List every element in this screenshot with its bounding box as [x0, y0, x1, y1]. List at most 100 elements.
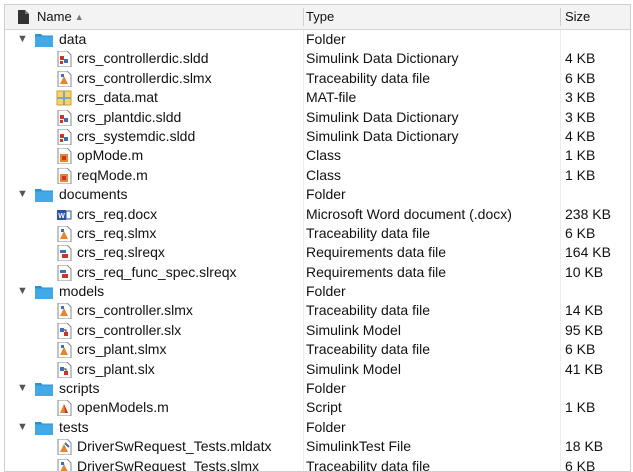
file-row[interactable]: DriverSwRequest_Tests.mldatx SimulinkTest… — [5, 437, 630, 456]
file-row[interactable]: crs_data.mat MAT-file 3 KB — [5, 88, 630, 107]
column-header: Name ▲ Type Size — [5, 5, 630, 30]
item-name: data — [59, 31, 87, 47]
item-size: 6 KB — [565, 341, 596, 358]
item-size: 1 KB — [565, 166, 596, 183]
expand-toggle-icon[interactable]: ▼ — [17, 418, 29, 437]
file-row[interactable]: crs_controllerdic.sldd Simulink Data Dict… — [5, 49, 630, 68]
sldd-icon — [56, 128, 72, 146]
item-name: tests — [59, 418, 89, 435]
item-name: opMode.m — [77, 147, 144, 164]
word-doc-icon: W — [56, 207, 72, 223]
slreqx-icon — [56, 244, 72, 262]
item-type: Simulink Model — [306, 360, 401, 377]
item-size: 238 KB — [565, 205, 611, 222]
file-column-icon — [18, 10, 29, 29]
sort-ascending-icon[interactable]: ▲ — [75, 12, 84, 22]
item-type: Requirements data file — [306, 263, 447, 280]
file-row[interactable]: crs_plant.slx Simulink Model 41 KB — [5, 360, 630, 379]
slx-icon — [56, 322, 72, 340]
item-type: Folder — [306, 418, 346, 435]
item-type: Requirements data file — [306, 244, 447, 261]
file-row[interactable]: openModels.m Script 1 KB — [5, 398, 630, 417]
item-type: SimulinkTest File — [306, 438, 412, 455]
folder-row[interactable]: ▼ data Folder — [5, 30, 630, 49]
item-type: Simulink Data Dictionary — [306, 108, 459, 125]
item-name: DriverSwRequest_Tests.mldatx — [77, 438, 272, 455]
file-list: ▼ data Folder crs_controllerdic.sldd Simulin… — [5, 30, 630, 472]
item-size: 10 KB — [565, 263, 604, 280]
column-divider[interactable] — [303, 8, 304, 26]
sldd-icon — [56, 109, 72, 127]
item-size: 3 KB — [565, 89, 596, 106]
file-row[interactable]: crs_plant.slmx Traceability data file 6 KB — [5, 340, 630, 359]
svg-text:W: W — [58, 213, 65, 220]
item-type: Simulink Data Dictionary — [306, 127, 459, 144]
item-type: Folder — [306, 380, 346, 397]
type-column-header[interactable]: Type — [306, 5, 334, 29]
item-name: models — [59, 283, 105, 300]
folder-row[interactable]: ▼ tests Folder — [5, 418, 630, 437]
file-row[interactable]: Wcrs_req.docx Microsoft Word document (.d… — [5, 205, 630, 224]
item-size: 6 KB — [565, 457, 596, 472]
item-size: 3 KB — [565, 108, 596, 125]
file-row[interactable]: crs_controller.slmx Traceability data fil… — [5, 301, 630, 320]
item-size: 164 KB — [565, 244, 611, 261]
item-size: 4 KB — [565, 127, 596, 144]
folder-icon — [35, 187, 53, 203]
item-size: 4 KB — [565, 50, 596, 67]
item-name: crs_req.slmx — [77, 224, 157, 241]
file-row[interactable]: DriverSwRequest_Tests.slmx Traceability d… — [5, 457, 630, 472]
expand-toggle-icon[interactable]: ▼ — [17, 30, 29, 49]
item-size: 1 KB — [565, 399, 596, 416]
item-type: Script — [306, 399, 342, 416]
size-column-header[interactable]: Size — [565, 5, 590, 29]
file-row[interactable]: crs_req_func_spec.slreqx Requirements dat… — [5, 263, 630, 282]
item-type: Class — [306, 147, 342, 164]
slmx-icon — [56, 70, 72, 88]
file-row[interactable]: crs_req.slreqx Requirements data file 164 … — [5, 243, 630, 262]
item-name: crs_controllerdic.sldd — [77, 50, 209, 67]
item-name: crs_controller.slmx — [77, 302, 193, 319]
slmx-icon — [56, 458, 72, 471]
file-row[interactable]: opMode.m Class 1 KB — [5, 146, 630, 165]
folder-row[interactable]: ▼ models Folder — [5, 282, 630, 301]
file-row[interactable]: crs_systemdic.sldd Simulink Data Dictiona… — [5, 127, 630, 146]
file-row[interactable]: crs_req.slmx Traceability data file 6 KB — [5, 224, 630, 243]
name-column-header[interactable]: Name ▲ — [37, 5, 84, 29]
item-size: 41 KB — [565, 360, 604, 377]
item-name: openModels.m — [77, 399, 169, 416]
expand-toggle-icon[interactable]: ▼ — [17, 282, 29, 301]
name-header-label: Name — [37, 9, 72, 24]
item-size: 14 KB — [565, 302, 604, 319]
file-row[interactable]: crs_controllerdic.slmx Traceability data … — [5, 69, 630, 88]
sldd-icon — [56, 50, 72, 68]
item-type: Traceability data file — [306, 224, 430, 241]
item-name: crs_controller.slx — [77, 321, 182, 338]
item-type: MAT-file — [306, 89, 357, 106]
item-type: Folder — [306, 186, 346, 203]
file-row[interactable]: crs_controller.slx Simulink Model 95 KB — [5, 321, 630, 340]
item-type: Simulink Model — [306, 321, 401, 338]
item-size: 18 KB — [565, 438, 604, 455]
class-icon — [56, 167, 72, 185]
item-name: crs_controllerdic.slmx — [77, 69, 212, 86]
item-name: documents — [59, 186, 128, 203]
folder-icon — [35, 32, 53, 48]
slmx-icon — [56, 341, 72, 359]
folder-row[interactable]: ▼ scripts Folder — [5, 379, 630, 398]
mat-icon — [56, 90, 72, 106]
expand-toggle-icon[interactable]: ▼ — [17, 185, 29, 204]
item-name: crs_plantdic.sldd — [77, 108, 182, 125]
expand-toggle-icon[interactable]: ▼ — [17, 379, 29, 398]
item-name: crs_data.mat — [77, 89, 158, 106]
file-row[interactable]: reqMode.m Class 1 KB — [5, 166, 630, 185]
class-icon — [56, 147, 72, 165]
file-row[interactable]: crs_plantdic.sldd Simulink Data Dictionar… — [5, 108, 630, 127]
item-type: Class — [306, 166, 342, 183]
folder-icon — [35, 284, 53, 300]
item-type: Folder — [306, 283, 346, 300]
script-icon — [56, 399, 72, 417]
item-type: Traceability data file — [306, 457, 430, 472]
folder-row[interactable]: ▼ documents Folder — [5, 185, 630, 204]
column-divider[interactable] — [560, 8, 561, 26]
